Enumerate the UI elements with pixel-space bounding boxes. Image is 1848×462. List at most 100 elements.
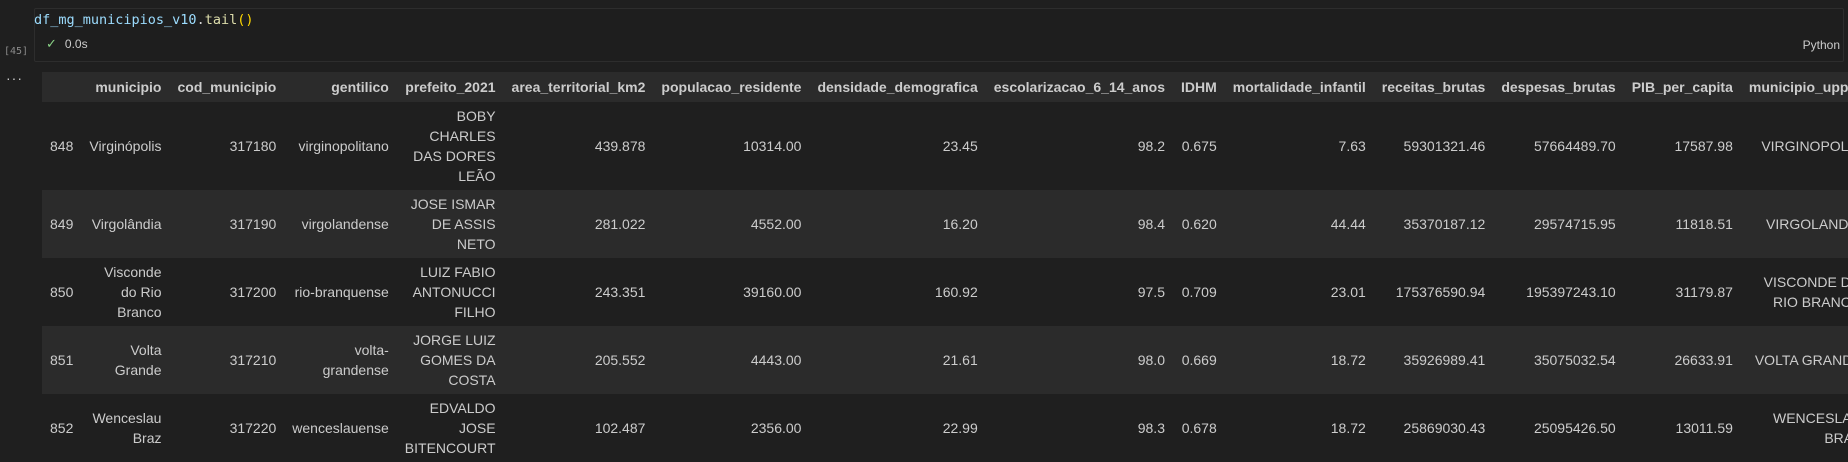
table-cell: 16.20: [942, 216, 978, 232]
more-actions-icon[interactable]: ···: [6, 70, 23, 86]
table-cell: 317190: [229, 216, 277, 232]
table-row: 852 Wenceslau Braz 317220 wenceslauense EDVA…: [42, 394, 1848, 462]
table-cell: 23.45: [942, 138, 978, 154]
table-cell: 0.620: [1181, 216, 1217, 232]
table-cell: 317180: [229, 138, 277, 154]
table-cell: 243.351: [594, 284, 646, 300]
table-cell: Virgolândia: [91, 216, 162, 232]
table-cell: 25095426.50: [1533, 420, 1616, 436]
column-header: prefeito_2021: [396, 72, 504, 102]
table-body: 848 Virginópolis 317180 virginopolitano BOBY…: [42, 102, 1848, 462]
table-cell: 18.72: [1330, 352, 1366, 368]
column-header: populacao_residente: [653, 72, 810, 102]
table-cell: 160.92: [934, 284, 978, 300]
column-header: IDHM: [1172, 72, 1225, 102]
table-cell: Virginópolis: [89, 138, 162, 154]
table-cell: VIRGOLANDIA: [1765, 216, 1848, 232]
column-header: receitas_brutas: [1373, 72, 1494, 102]
row-index: 851: [50, 352, 74, 368]
table-cell: 4443.00: [750, 352, 802, 368]
table-cell: rio-branquense: [294, 284, 389, 300]
column-header: area_territorial_km2: [503, 72, 654, 102]
table-cell: 22.99: [942, 420, 978, 436]
table-cell: BOBY CHARLES DAS DORES LEÃO: [413, 108, 496, 184]
column-header: [42, 72, 82, 102]
table-cell: 0.669: [1181, 352, 1217, 368]
column-header: mortalidade_infantil: [1224, 72, 1374, 102]
table-cell: 10314.00: [743, 138, 802, 154]
table-cell: 205.552: [594, 352, 646, 368]
table-cell: 439.878: [594, 138, 646, 154]
row-index: 849: [50, 216, 74, 232]
table-cell: 44.44: [1330, 216, 1366, 232]
table-cell: 98.3: [1137, 420, 1165, 436]
column-header: despesas_brutas: [1493, 72, 1624, 102]
table-cell: 57664489.70: [1533, 138, 1616, 154]
table-cell: VIRGINOPOLIS: [1761, 138, 1848, 154]
table-cell: 18.72: [1330, 420, 1366, 436]
table-cell: 31179.87: [1675, 284, 1733, 300]
table-header-row: municipio cod_municipio gentilico prefeito_…: [42, 72, 1848, 102]
language-label[interactable]: Python: [1803, 38, 1840, 52]
column-header: municipio: [81, 72, 170, 102]
table-cell: 35926989.41: [1403, 352, 1486, 368]
dataframe-table: municipio cod_municipio gentilico prefeito_…: [42, 72, 1848, 462]
row-index: 850: [50, 284, 74, 300]
table-cell: 97.5: [1137, 284, 1165, 300]
table-cell: 59301321.46: [1403, 138, 1486, 154]
table-cell: 13011.59: [1675, 420, 1733, 436]
column-header: gentilico: [284, 72, 397, 102]
table-cell: JOSE ISMAR DE ASSIS NETO: [410, 196, 496, 252]
code-variable: df_mg_municipios_v10: [34, 12, 197, 28]
table-cell: VOLTA GRANDE: [1754, 352, 1848, 368]
table-cell: 317200: [229, 284, 277, 300]
table-row: 851 Volta Grande 317210 volta-grandense JORG…: [42, 326, 1848, 394]
table-cell: 29574715.95: [1533, 216, 1616, 232]
table-row: 850 Visconde do Rio Branco 317200 rio-branq…: [42, 258, 1848, 326]
code-line[interactable]: df_mg_municipios_v10.tail(): [34, 12, 253, 28]
table-cell: VISCONDE DO RIO BRANCO: [1763, 274, 1848, 310]
code-dot: .: [196, 12, 205, 28]
check-icon: ✓: [46, 36, 57, 51]
column-header: cod_municipio: [169, 72, 285, 102]
table-cell: 98.0: [1137, 352, 1165, 368]
dataframe-output: municipio cod_municipio gentilico prefeito_…: [42, 72, 1848, 462]
table-cell: Visconde do Rio Branco: [104, 264, 162, 320]
table-cell: 98.4: [1137, 216, 1165, 232]
code-cell[interactable]: [34, 8, 1844, 62]
table-cell: 2356.00: [750, 420, 802, 436]
table-cell: 98.2: [1137, 138, 1165, 154]
table-cell: 4552.00: [750, 216, 802, 232]
table-cell: 26633.91: [1674, 352, 1733, 368]
table-row: 848 Virginópolis 317180 virginopolitano BOBY…: [42, 102, 1848, 190]
table-cell: 0.709: [1181, 284, 1217, 300]
table-cell: 23.01: [1330, 284, 1366, 300]
table-cell: 11818.51: [1675, 216, 1733, 232]
code-parens: (): [237, 12, 254, 28]
code-function: tail: [204, 12, 238, 28]
table-cell: 0.675: [1181, 138, 1217, 154]
table-cell: 39160.00: [743, 284, 802, 300]
execution-time: 0.0s: [64, 37, 88, 51]
table-cell: 35370187.12: [1403, 216, 1486, 232]
table-cell: 7.63: [1338, 138, 1366, 154]
row-index: 848: [50, 138, 74, 154]
table-cell: virginopolitano: [298, 138, 389, 154]
table-cell: 317220: [229, 420, 277, 436]
table-cell: 281.022: [594, 216, 646, 232]
table-cell: WENCESLAU BRAZ: [1773, 410, 1848, 446]
column-header: escolarizacao_6_14_anos: [985, 72, 1173, 102]
table-cell: 17587.98: [1674, 138, 1733, 154]
table-cell: Wenceslau Braz: [92, 410, 162, 446]
table-row: 849 Virgolândia 317190 virgolandense JOSE IS…: [42, 190, 1848, 258]
table-cell: 35075032.54: [1533, 352, 1616, 368]
table-cell: volta-grandense: [322, 342, 389, 378]
cell-status: ✓ 0.0s: [46, 36, 88, 52]
table-cell: Volta Grande: [114, 342, 162, 378]
row-index: 852: [50, 420, 74, 436]
table-cell: JORGE LUIZ GOMES DA COSTA: [413, 332, 496, 388]
table-cell: 175376590.94: [1395, 284, 1486, 300]
table-cell: LUIZ FABIO ANTONUCCI FILHO: [412, 264, 496, 320]
table-cell: virgolandense: [301, 216, 389, 232]
column-header: municipio_upper: [1740, 72, 1848, 102]
